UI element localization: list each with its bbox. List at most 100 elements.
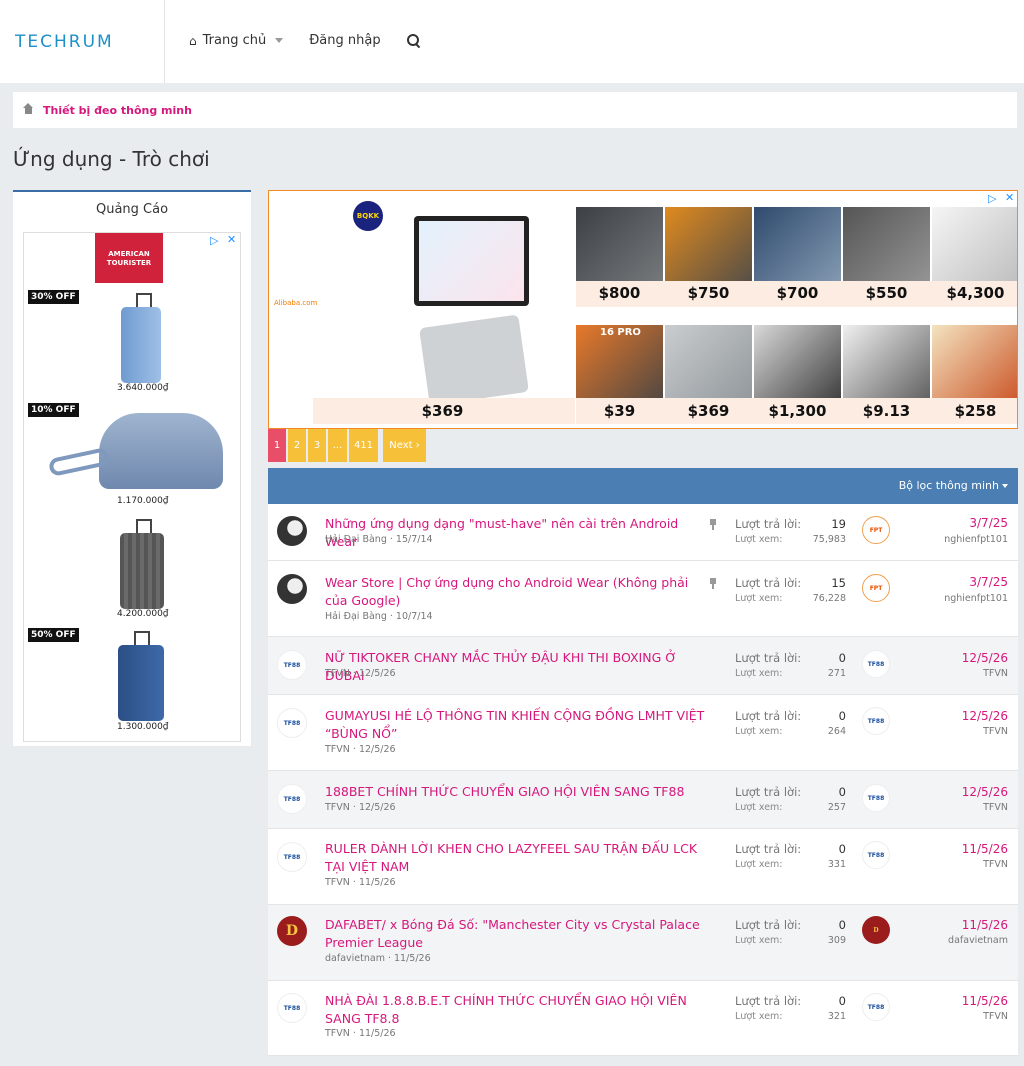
thread-title[interactable]: Những ứng dụng dạng "must-have" nên cài … xyxy=(325,515,705,551)
last-poster-avatar[interactable]: FPT xyxy=(862,574,890,602)
site-logo[interactable]: TECHRUM xyxy=(15,32,114,52)
thread-title[interactable]: GUMAYUSI HÉ LỘ THÔNG TIN KHIẾN CỘNG ĐỒNG… xyxy=(325,707,705,743)
thread-author[interactable]: TFVN xyxy=(325,744,350,755)
product-price[interactable]: $369 xyxy=(665,402,752,420)
last-poster-avatar[interactable]: FPT xyxy=(862,516,890,544)
nav-login-label: Đăng nhập xyxy=(309,33,381,48)
avatar[interactable]: TF88 xyxy=(277,842,307,872)
close-icon[interactable]: ✕ xyxy=(227,233,236,246)
last-post-date[interactable]: 3/7/25 xyxy=(969,575,1008,589)
sidebar-title: Quảng Cáo xyxy=(95,202,169,217)
last-poster-avatar[interactable]: D xyxy=(862,916,890,944)
breadcrumb-link[interactable]: Thiết bị đeo thông minh xyxy=(43,104,192,117)
last-post-date[interactable]: 11/5/26 xyxy=(962,918,1008,932)
avatar[interactable]: TF88 xyxy=(277,784,307,814)
search-icon[interactable] xyxy=(406,34,420,47)
avatar[interactable]: TF88 xyxy=(277,650,307,680)
nav-login[interactable]: Đăng nhập xyxy=(309,33,380,48)
suitcase-image[interactable] xyxy=(121,307,161,383)
last-poster[interactable]: nghienfpt101 xyxy=(944,593,1008,604)
thread-row[interactable]: TF88 NHÀ ĐÀI 1.8.8.B.E.T CHÍNH THỨC CHUY… xyxy=(268,981,1018,1056)
thread-author[interactable]: Hải Đại Bàng xyxy=(325,534,387,545)
last-poster[interactable]: TFVN xyxy=(983,859,1008,870)
thread-row[interactable]: TF88 RULER DÀNH LỜI KHEN CHO LAZYFEEL SA… xyxy=(268,829,1018,905)
chevron-down-icon[interactable] xyxy=(275,38,284,43)
page-1[interactable]: 1 xyxy=(268,429,286,462)
suitcase-image[interactable] xyxy=(118,645,164,721)
product-price[interactable]: $369 xyxy=(399,402,486,420)
thread-row[interactable]: Wear Store | Chợ ứng dụng cho Android We… xyxy=(268,561,1018,637)
thread-author[interactable]: TFVN xyxy=(325,668,350,679)
page-3[interactable]: 3 xyxy=(308,429,326,462)
next-button[interactable]: Next › xyxy=(383,429,426,462)
thread-title[interactable]: RULER DÀNH LỜI KHEN CHO LAZYFEEL SAU TRẬ… xyxy=(325,840,705,876)
product-price[interactable]: $258 xyxy=(932,402,1017,420)
page-ellipsis[interactable]: ... xyxy=(328,429,347,462)
ad-choices-icon[interactable]: ▷ xyxy=(210,234,218,247)
replies-label: Lượt trả lời: xyxy=(735,517,802,531)
last-post-date[interactable]: 3/7/25 xyxy=(969,516,1008,530)
thread-title[interactable]: DAFABET/ x Bóng Đá Số: "Manchester City … xyxy=(325,916,705,952)
tablet-stand-image[interactable] xyxy=(419,314,529,406)
close-icon[interactable]: ✕ xyxy=(1005,191,1014,204)
ad-brand-logo[interactable]: BQKK xyxy=(353,201,383,231)
last-poster[interactable]: dafavietnam xyxy=(948,935,1008,946)
last-poster[interactable]: TFVN xyxy=(983,1011,1008,1022)
page-last[interactable]: 411 xyxy=(349,429,378,462)
replies-label: Lượt trả lời: xyxy=(735,842,802,856)
avatar[interactable]: TF88 xyxy=(277,708,307,738)
product-price[interactable]: $39 xyxy=(576,402,663,420)
thread-row[interactable]: D DAFABET/ x Bóng Đá Số: "Manchester Cit… xyxy=(268,905,1018,981)
thread-author[interactable]: TFVN xyxy=(325,802,350,813)
thread-title[interactable]: 188BET CHÍNH THỨC CHUYỂN GIAO HỘI VIÊN S… xyxy=(325,783,705,801)
last-post-date[interactable]: 12/5/26 xyxy=(962,651,1008,665)
smart-filter-button[interactable]: Bộ lọc thông minh xyxy=(899,479,1008,492)
ad-choices-icon[interactable]: ▷ xyxy=(988,192,996,205)
last-poster-avatar[interactable]: TF88 xyxy=(862,707,890,735)
product-price[interactable]: $800 xyxy=(576,284,663,302)
avatar[interactable] xyxy=(277,574,307,604)
product-price[interactable]: $1,300 xyxy=(754,402,841,420)
last-poster-avatar[interactable]: TF88 xyxy=(862,784,890,812)
product-price[interactable]: $4,300 xyxy=(932,284,1017,302)
thread-row[interactable]: TF88 GUMAYUSI HÉ LỘ THÔNG TIN KHIẾN CỘNG… xyxy=(268,695,1018,771)
side-ad[interactable]: ▷ ✕ AMERICAN TOURISTER 30% OFF 3.640.000… xyxy=(23,232,241,742)
thread-author[interactable]: TFVN xyxy=(325,1028,350,1039)
product-price[interactable]: $700 xyxy=(754,284,841,302)
last-poster[interactable]: TFVN xyxy=(983,726,1008,737)
avatar[interactable]: D xyxy=(277,916,307,946)
page-2[interactable]: 2 xyxy=(288,429,306,462)
product-price[interactable]: $750 xyxy=(665,284,752,302)
last-poster-avatar[interactable]: TF88 xyxy=(862,650,890,678)
home-icon[interactable] xyxy=(23,102,34,115)
last-post-date[interactable]: 12/5/26 xyxy=(962,785,1008,799)
last-poster-avatar[interactable]: TF88 xyxy=(862,993,890,1021)
thread-author[interactable]: Hải Đại Bàng xyxy=(325,611,387,622)
thread-row[interactable]: TF88 NỮ TIKTOKER CHANY MẮC THỦY ĐẬU KHI … xyxy=(268,637,1018,695)
banner-ad[interactable]: ▷ ✕ BQKK Alibaba.com $369 $800 $750 $700… xyxy=(268,190,1018,429)
last-post-date[interactable]: 11/5/26 xyxy=(962,994,1008,1008)
last-poster[interactable]: TFVN xyxy=(983,802,1008,813)
ad-price: 1.170.000₫ xyxy=(117,496,169,506)
suitcase-image[interactable] xyxy=(120,533,164,609)
product-price[interactable]: $9.13 xyxy=(843,402,930,420)
last-post-date[interactable]: 12/5/26 xyxy=(962,709,1008,723)
thread-author[interactable]: TFVN xyxy=(325,877,350,888)
last-post-date[interactable]: 11/5/26 xyxy=(962,842,1008,856)
ad-brand-logo[interactable]: AMERICAN TOURISTER xyxy=(95,233,163,283)
thread-title[interactable]: Wear Store | Chợ ứng dụng cho Android We… xyxy=(325,574,705,610)
last-poster-avatar[interactable]: TF88 xyxy=(862,841,890,869)
last-poster[interactable]: TFVN xyxy=(983,668,1008,679)
pouch-image[interactable] xyxy=(99,413,223,489)
thread-row[interactable]: Những ứng dụng dạng "must-have" nên cài … xyxy=(268,504,1018,561)
thread-row[interactable]: TF88 188BET CHÍNH THỨC CHUYỂN GIAO HỘI V… xyxy=(268,771,1018,829)
nav-home[interactable]: ⌂ Trang chủ xyxy=(189,33,284,48)
avatar[interactable] xyxy=(277,516,307,546)
product-price[interactable]: $550 xyxy=(843,284,930,302)
thread-title[interactable]: NHÀ ĐÀI 1.8.8.B.E.T CHÍNH THỨC CHUYỂN GI… xyxy=(325,992,705,1028)
last-poster[interactable]: nghienfpt101 xyxy=(944,534,1008,545)
thread-author[interactable]: dafavietnam xyxy=(325,953,385,964)
tablet-image[interactable] xyxy=(414,216,529,306)
thread-title[interactable]: NỮ TIKTOKER CHANY MẮC THỦY ĐẬU KHI THI B… xyxy=(325,649,705,685)
avatar[interactable]: TF88 xyxy=(277,993,307,1023)
